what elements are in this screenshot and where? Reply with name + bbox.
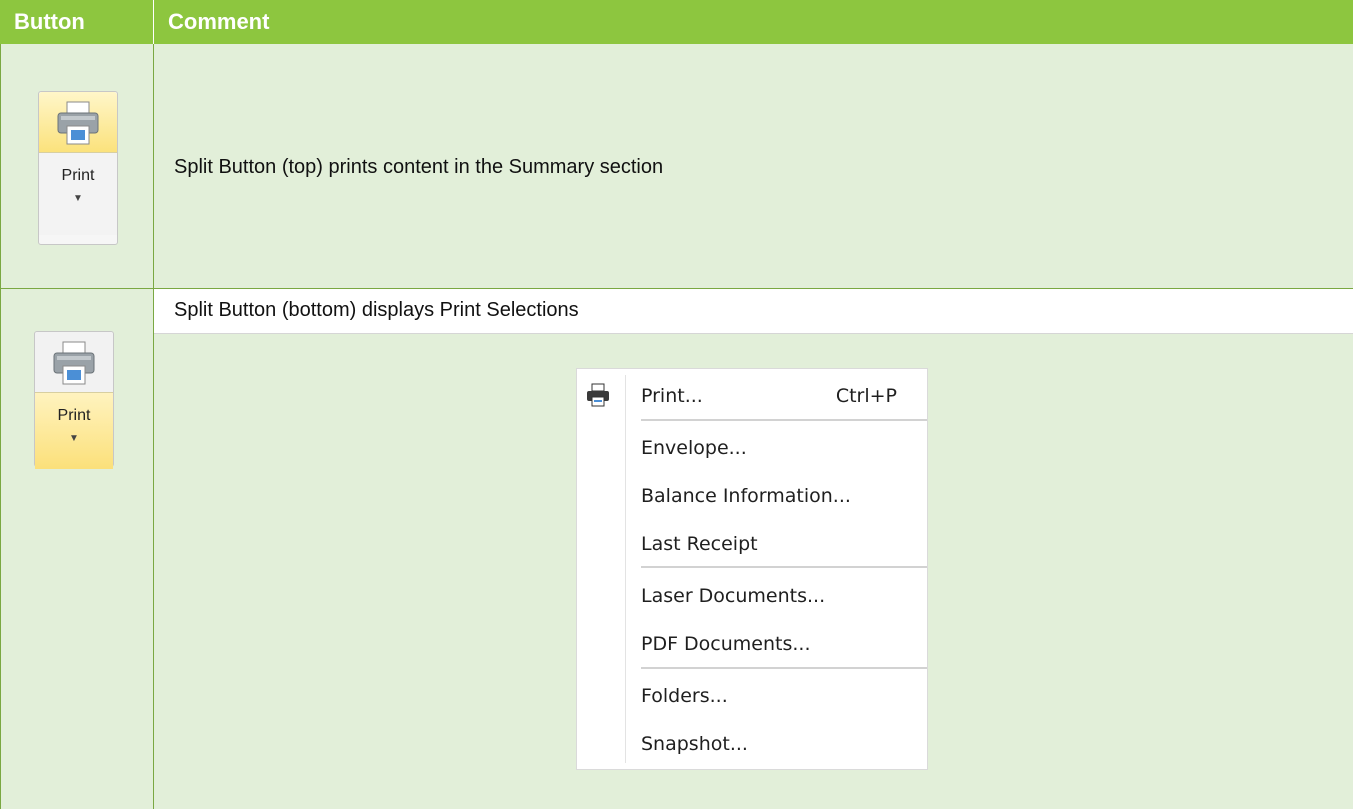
printer-icon — [57, 101, 99, 145]
menu-item-label: Print... — [641, 385, 703, 407]
print-button-top-half[interactable] — [35, 332, 113, 393]
menu-separator — [641, 419, 927, 421]
print-button-bottom-half[interactable]: Print ▼ — [39, 153, 117, 235]
row2-comment: Split Button (bottom) displays Print Sel… — [174, 299, 579, 321]
menu-item-label: Envelope... — [641, 437, 747, 459]
button-table: Button Comment Split Button (top) prints… — [0, 0, 1353, 809]
printer-icon — [587, 383, 609, 407]
print-button-label: Print — [61, 167, 95, 184]
menu-separator — [641, 667, 927, 669]
menu-item-label: Folders... — [641, 685, 728, 707]
menu-item-folders[interactable]: Folders... — [577, 673, 927, 717]
menu-separator — [641, 566, 927, 568]
menu-item-last-receipt[interactable]: Last Receipt — [577, 521, 927, 565]
menu-item-label: Last Receipt — [641, 533, 758, 555]
printer-icon — [53, 341, 95, 385]
column-header-button: Button — [0, 0, 154, 44]
menu-item-balance-information[interactable]: Balance Information... — [577, 473, 927, 517]
menu-item-label: PDF Documents... — [641, 633, 811, 655]
menu-item-pdf-documents[interactable]: PDF Documents... — [577, 621, 927, 665]
print-button-bottom-half[interactable]: Print ▼ — [35, 393, 113, 469]
column-header-comment: Comment — [154, 0, 1353, 44]
row1-comment: Split Button (top) prints content in the… — [174, 156, 664, 178]
print-button-top-half[interactable] — [39, 92, 117, 153]
print-selections-menu: Print... Ctrl+P Envelope... Balance Info… — [576, 368, 928, 770]
menu-item-label: Laser Documents... — [641, 585, 826, 607]
menu-item-laser-documents[interactable]: Laser Documents... — [577, 573, 927, 617]
dropdown-arrow-icon: ▼ — [69, 433, 79, 444]
menu-item-shortcut: Ctrl+P — [835, 385, 897, 407]
menu-item-snapshot[interactable]: Snapshot... — [577, 721, 927, 765]
menu-item-print[interactable]: Print... Ctrl+P — [577, 373, 927, 417]
dropdown-arrow-icon: ▼ — [73, 193, 83, 204]
print-split-button-top-highlight[interactable]: Print ▼ — [38, 91, 118, 245]
menu-item-envelope[interactable]: Envelope... — [577, 425, 927, 469]
print-split-button-bottom-highlight[interactable]: Print ▼ — [34, 331, 114, 469]
menu-item-label: Balance Information... — [641, 485, 851, 507]
menu-item-label: Snapshot... — [641, 733, 748, 755]
print-button-label: Print — [57, 407, 91, 424]
